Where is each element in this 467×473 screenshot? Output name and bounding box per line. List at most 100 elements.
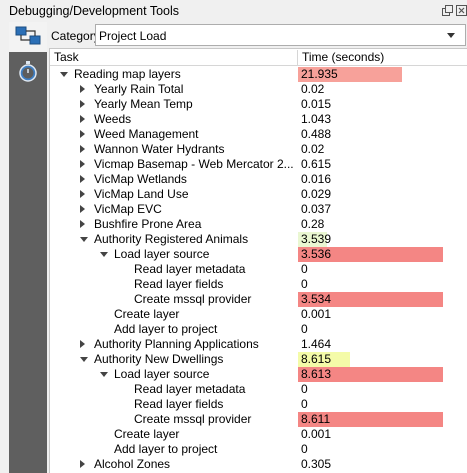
expand-open-icon[interactable] bbox=[60, 72, 68, 77]
expand-closed-icon[interactable] bbox=[80, 220, 85, 228]
task-time: 0.001 bbox=[301, 307, 332, 321]
task-time: 8.613 bbox=[298, 367, 443, 382]
task-time: 3.534 bbox=[298, 292, 443, 307]
column-header-time-label: Time (seconds) bbox=[302, 50, 385, 64]
table-row[interactable]: Read layer metadata 0 bbox=[50, 382, 467, 397]
expand-open-icon[interactable] bbox=[100, 372, 108, 377]
expand-closed-icon[interactable] bbox=[80, 175, 85, 183]
task-name: Add layer to project bbox=[114, 322, 218, 336]
column-header-time[interactable]: Time (seconds) bbox=[298, 50, 467, 66]
task-time: 0 bbox=[301, 277, 308, 291]
panel-title: Debugging/Development Tools bbox=[9, 4, 180, 18]
expand-open-icon[interactable] bbox=[100, 252, 108, 257]
table-header: Task Time (seconds) bbox=[50, 49, 467, 66]
task-name: Create mssql provider bbox=[134, 292, 252, 306]
task-name: Bushfire Prone Area bbox=[94, 217, 202, 231]
close-panel-icon[interactable] bbox=[455, 4, 467, 17]
expand-closed-icon[interactable] bbox=[80, 205, 85, 213]
task-time: 0 bbox=[301, 322, 308, 336]
column-header-task[interactable]: Task bbox=[50, 50, 298, 66]
task-name: VicMap EVC bbox=[94, 202, 162, 216]
expand-open-icon[interactable] bbox=[80, 357, 88, 362]
task-name: Yearly Rain Total bbox=[94, 82, 184, 96]
task-name: Weeds bbox=[94, 112, 132, 126]
table-row[interactable]: VicMap Wetlands 0.016 bbox=[50, 172, 467, 187]
task-time: 0.015 bbox=[301, 97, 332, 111]
task-name: Load layer source bbox=[114, 367, 210, 381]
task-time: 0 bbox=[301, 382, 308, 396]
table-row[interactable]: Authority New Dwellings 8.615 bbox=[50, 352, 467, 367]
task-time: 0 bbox=[301, 262, 308, 276]
table-row[interactable]: Read layer metadata 0 bbox=[50, 262, 467, 277]
table-row[interactable]: Alcohol Zones 0.305 bbox=[50, 457, 467, 472]
task-name: Add layer to project bbox=[114, 442, 218, 456]
task-time: 1.043 bbox=[301, 112, 332, 126]
table-row[interactable]: Add layer to project 0 bbox=[50, 322, 467, 337]
table-row[interactable]: Add layer to project 0 bbox=[50, 442, 467, 457]
expand-closed-icon[interactable] bbox=[80, 130, 85, 138]
task-time: 0.305 bbox=[301, 457, 332, 471]
table-row[interactable]: VicMap EVC 0.037 bbox=[50, 202, 467, 217]
task-name: Read layer fields bbox=[134, 397, 224, 411]
column-header-task-label: Task bbox=[54, 50, 79, 64]
table-row[interactable]: Yearly Rain Total 0.02 bbox=[50, 82, 467, 97]
task-name: VicMap Wetlands bbox=[94, 172, 187, 186]
task-time: 0.02 bbox=[301, 142, 325, 156]
table-row[interactable]: Create layer 0.001 bbox=[50, 427, 467, 442]
task-name: Read layer metadata bbox=[134, 262, 246, 276]
expand-closed-icon[interactable] bbox=[80, 340, 85, 348]
table-row[interactable]: Load layer source 8.613 bbox=[50, 367, 467, 382]
expand-closed-icon[interactable] bbox=[80, 145, 85, 153]
expand-closed-icon[interactable] bbox=[80, 100, 85, 108]
table-row[interactable]: Create mssql provider 8.611 bbox=[50, 412, 467, 427]
task-name: Authority Registered Animals bbox=[94, 232, 249, 246]
table-row[interactable]: Read layer fields 0 bbox=[50, 277, 467, 292]
table-row[interactable]: Authority Planning Applications 1.464 bbox=[50, 337, 467, 352]
expand-closed-icon[interactable] bbox=[80, 85, 85, 93]
table-row[interactable]: Wannon Water Hydrants 0.02 bbox=[50, 142, 467, 157]
task-time: 0.615 bbox=[301, 157, 332, 171]
expand-closed-icon[interactable] bbox=[80, 190, 85, 198]
expand-closed-icon[interactable] bbox=[80, 160, 85, 168]
table-row[interactable]: Bushfire Prone Area 0.28 bbox=[50, 217, 467, 232]
table-row[interactable]: Read layer fields 0 bbox=[50, 397, 467, 412]
task-name: Create layer bbox=[114, 307, 180, 321]
table-body: Reading map layers 21.935 Yearly Rain Tota… bbox=[50, 67, 467, 472]
table-row[interactable]: Weed Management 0.488 bbox=[50, 127, 467, 142]
task-time: 0.016 bbox=[301, 172, 332, 186]
table-row[interactable]: Load layer source 3.536 bbox=[50, 247, 467, 262]
task-name: Wannon Water Hydrants bbox=[94, 142, 225, 156]
task-time: 0.02 bbox=[301, 82, 325, 96]
network-logger-button[interactable] bbox=[9, 22, 47, 52]
task-time: 0.029 bbox=[301, 187, 332, 201]
expand-closed-icon[interactable] bbox=[80, 460, 85, 468]
table-row[interactable]: Create mssql provider 3.534 bbox=[50, 292, 467, 307]
table-row[interactable]: Vicmap Basemap - Web Mercator 2... 0.615 bbox=[50, 157, 467, 172]
table-row[interactable]: Reading map layers 21.935 bbox=[50, 67, 467, 82]
expand-closed-icon[interactable] bbox=[80, 115, 85, 123]
task-time: 3.536 bbox=[298, 247, 443, 262]
task-time: 0 bbox=[301, 442, 308, 456]
float-panel-icon[interactable] bbox=[441, 4, 454, 17]
task-name: Reading map layers bbox=[74, 67, 181, 81]
task-name: Authority New Dwellings bbox=[94, 352, 224, 366]
profiler-button[interactable] bbox=[9, 57, 47, 87]
task-name: Authority Planning Applications bbox=[94, 337, 259, 351]
table-row[interactable]: Authority Registered Animals 3.539 bbox=[50, 232, 467, 247]
category-select[interactable]: Project Load bbox=[95, 24, 466, 46]
task-time: 0 bbox=[301, 397, 308, 411]
task-name: Load layer source bbox=[114, 247, 210, 261]
task-time: 8.615 bbox=[298, 352, 350, 367]
expand-open-icon[interactable] bbox=[80, 237, 88, 242]
chevron-down-icon bbox=[447, 33, 455, 38]
panel-titlebar: Debugging/Development Tools bbox=[0, 0, 467, 22]
task-name: Weed Management bbox=[94, 127, 199, 141]
table-row[interactable]: Weeds 1.043 bbox=[50, 112, 467, 127]
task-time: 0.28 bbox=[301, 217, 325, 231]
category-row: Category Project Load bbox=[49, 24, 467, 46]
table-row[interactable]: Create layer 0.001 bbox=[50, 307, 467, 322]
task-time: 3.539 bbox=[298, 232, 331, 247]
tool-sidebar bbox=[9, 22, 47, 473]
table-row[interactable]: VicMap Land Use 0.029 bbox=[50, 187, 467, 202]
table-row[interactable]: Yearly Mean Temp 0.015 bbox=[50, 97, 467, 112]
